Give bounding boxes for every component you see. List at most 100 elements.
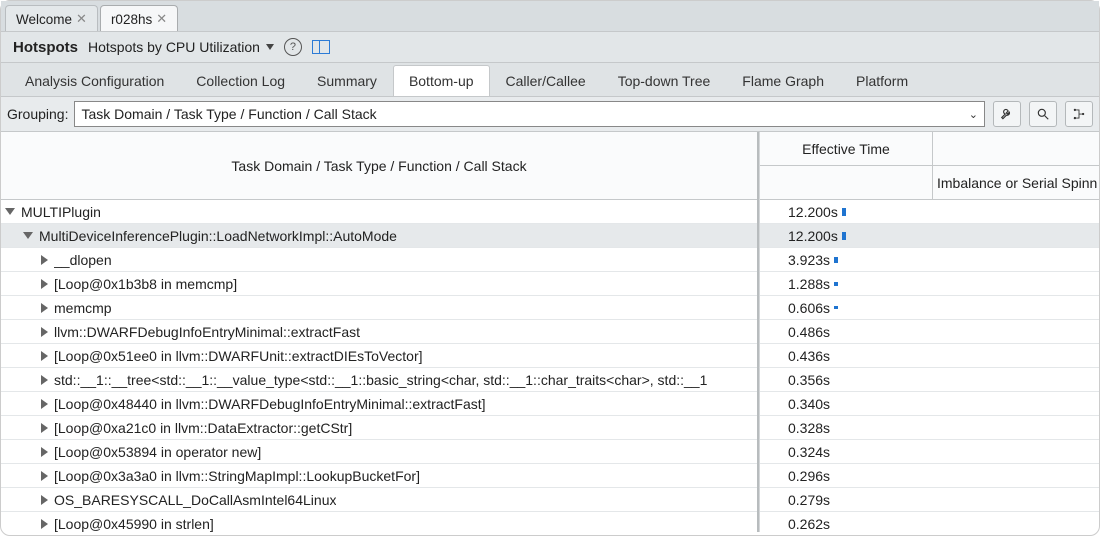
column-header-imbalance-top[interactable]	[933, 132, 1099, 165]
tab-welcome[interactable]: Welcome ✕	[5, 5, 98, 31]
wrench-icon	[1000, 107, 1014, 121]
customize-grouping-button[interactable]	[993, 101, 1021, 127]
table-row-metric[interactable]: 0.340s	[760, 392, 1099, 416]
row-label: llvm::DWARFDebugInfoEntryMinimal::extrac…	[54, 324, 360, 340]
table-left-pane: Task Domain / Task Type / Function / Cal…	[1, 132, 759, 532]
table-row[interactable]: [Loop@0x45990 in strlen]	[1, 512, 757, 532]
expand-icon[interactable]	[41, 255, 48, 265]
table-row[interactable]: OS_BARESYSCALL_DoCallAsmIntel64Linux	[1, 488, 757, 512]
collapse-icon[interactable]	[23, 232, 33, 239]
effective-time-value: 0.606s	[788, 300, 830, 316]
expand-icon[interactable]	[41, 279, 48, 289]
expand-icon[interactable]	[41, 447, 48, 457]
row-label: __dlopen	[54, 252, 112, 268]
table-row-metric[interactable]: 0.296s	[760, 464, 1099, 488]
tree-icon	[1072, 107, 1086, 121]
table-row-metric[interactable]: 0.356s	[760, 368, 1099, 392]
table-row[interactable]: llvm::DWARFDebugInfoEntryMinimal::extrac…	[1, 320, 757, 344]
search-button[interactable]	[1029, 101, 1057, 127]
effective-time-value: 3.923s	[788, 252, 830, 268]
row-label: [Loop@0x3a3a0 in llvm::StringMapImpl::Lo…	[54, 468, 420, 484]
row-label: MULTIPlugin	[21, 204, 101, 220]
time-bar-icon	[834, 306, 838, 309]
expand-icon[interactable]	[41, 351, 48, 361]
table-row[interactable]: MultiDeviceInferencePlugin::LoadNetworkI…	[1, 224, 757, 248]
grouping-select[interactable]: Task Domain / Task Type / Function / Cal…	[74, 101, 985, 127]
row-label: [Loop@0x51ee0 in llvm::DWARFUnit::extrac…	[54, 348, 423, 364]
table-row[interactable]: __dlopen	[1, 248, 757, 272]
tab-label: r028hs	[111, 12, 152, 27]
subtab-platform[interactable]: Platform	[840, 65, 924, 96]
table-row[interactable]: [Loop@0x53894 in operator new]	[1, 440, 757, 464]
table-row[interactable]: [Loop@0x48440 in llvm::DWARFDebugInfoEnt…	[1, 392, 757, 416]
layout-icon[interactable]	[312, 40, 330, 54]
time-bar-icon	[842, 208, 846, 216]
subtab-summary[interactable]: Summary	[301, 65, 393, 96]
close-icon[interactable]: ✕	[76, 11, 87, 27]
subtab-flame-graph[interactable]: Flame Graph	[726, 65, 840, 96]
table-body-left: MULTIPluginMultiDeviceInferencePlugin::L…	[1, 200, 757, 532]
subtab-caller-callee[interactable]: Caller/Callee	[490, 65, 602, 96]
effective-time-value: 0.486s	[788, 324, 830, 340]
table-row-metric[interactable]: 0.436s	[760, 344, 1099, 368]
table-row[interactable]: [Loop@0x1b3b8 in memcmp]	[1, 272, 757, 296]
effective-time-value: 0.296s	[788, 468, 830, 484]
subtab-collection-log[interactable]: Collection Log	[180, 65, 301, 96]
table-row-metric[interactable]: 12.200s	[760, 224, 1099, 248]
subtab-top-down[interactable]: Top-down Tree	[602, 65, 727, 96]
collapse-icon[interactable]	[5, 208, 15, 215]
effective-time-value: 0.436s	[788, 348, 830, 364]
title-bar: Hotspots Hotspots by CPU Utilization ?	[1, 31, 1099, 63]
expand-icon[interactable]	[41, 375, 48, 385]
table-row-metric[interactable]: 0.486s	[760, 320, 1099, 344]
table-row-metric[interactable]: 0.262s	[760, 512, 1099, 532]
time-bar-icon	[834, 282, 838, 286]
table-row[interactable]: memcmp	[1, 296, 757, 320]
hotspots-table: Task Domain / Task Type / Function / Cal…	[1, 132, 1099, 532]
expand-icon[interactable]	[41, 303, 48, 313]
subtab-analysis-config[interactable]: Analysis Configuration	[9, 65, 180, 96]
expand-icon[interactable]	[41, 471, 48, 481]
table-row-metric[interactable]: 0.606s	[760, 296, 1099, 320]
expand-icon[interactable]	[41, 423, 48, 433]
table-row-metric[interactable]: 12.200s	[760, 200, 1099, 224]
expand-icon[interactable]	[41, 495, 48, 505]
row-label: [Loop@0x48440 in llvm::DWARFDebugInfoEnt…	[54, 396, 486, 412]
effective-time-value: 12.200s	[788, 204, 838, 220]
column-header-effective-time[interactable]: Effective Time	[760, 132, 932, 166]
grouping-value: Task Domain / Task Type / Function / Cal…	[81, 106, 376, 122]
expand-icon[interactable]	[41, 519, 48, 529]
table-row-metric[interactable]: 0.328s	[760, 416, 1099, 440]
table-row-metric[interactable]: 0.279s	[760, 488, 1099, 512]
tab-result[interactable]: r028hs ✕	[100, 5, 178, 31]
table-row[interactable]: [Loop@0x3a3a0 in llvm::StringMapImpl::Lo…	[1, 464, 757, 488]
expand-tree-button[interactable]	[1065, 101, 1093, 127]
search-icon	[1036, 107, 1050, 121]
view-selector[interactable]: Hotspots by CPU Utilization	[88, 39, 274, 55]
chevron-down-icon: ⌄	[969, 108, 978, 121]
column-header-effective-time-sub[interactable]	[760, 166, 932, 199]
table-row[interactable]: [Loop@0x51ee0 in llvm::DWARFUnit::extrac…	[1, 344, 757, 368]
table-row-metric[interactable]: 1.288s	[760, 272, 1099, 296]
table-row[interactable]: [Loop@0xa21c0 in llvm::DataExtractor::ge…	[1, 416, 757, 440]
table-row-metric[interactable]: 0.324s	[760, 440, 1099, 464]
expand-icon[interactable]	[41, 327, 48, 337]
page-title: Hotspots	[13, 39, 78, 56]
column-header-callstack[interactable]: Task Domain / Task Type / Function / Cal…	[1, 132, 757, 200]
row-label: std::__1::__tree<std::__1::__value_type<…	[54, 372, 707, 388]
subtab-bottom-up[interactable]: Bottom-up	[393, 65, 490, 96]
help-icon[interactable]: ?	[284, 38, 302, 56]
expand-icon[interactable]	[41, 399, 48, 409]
effective-time-value: 0.279s	[788, 492, 830, 508]
table-row-metric[interactable]: 3.923s	[760, 248, 1099, 272]
table-row[interactable]: std::__1::__tree<std::__1::__value_type<…	[1, 368, 757, 392]
effective-time-value: 12.200s	[788, 228, 838, 244]
column-header-imbalance[interactable]: Imbalance or Serial Spinn	[933, 165, 1099, 199]
row-label: [Loop@0x53894 in operator new]	[54, 444, 261, 460]
close-icon[interactable]: ✕	[156, 11, 167, 27]
effective-time-value: 0.340s	[788, 396, 830, 412]
effective-time-value: 0.328s	[788, 420, 830, 436]
table-row[interactable]: MULTIPlugin	[1, 200, 757, 224]
effective-time-value: 1.288s	[788, 276, 830, 292]
grouping-row: Grouping: Task Domain / Task Type / Func…	[1, 97, 1099, 132]
